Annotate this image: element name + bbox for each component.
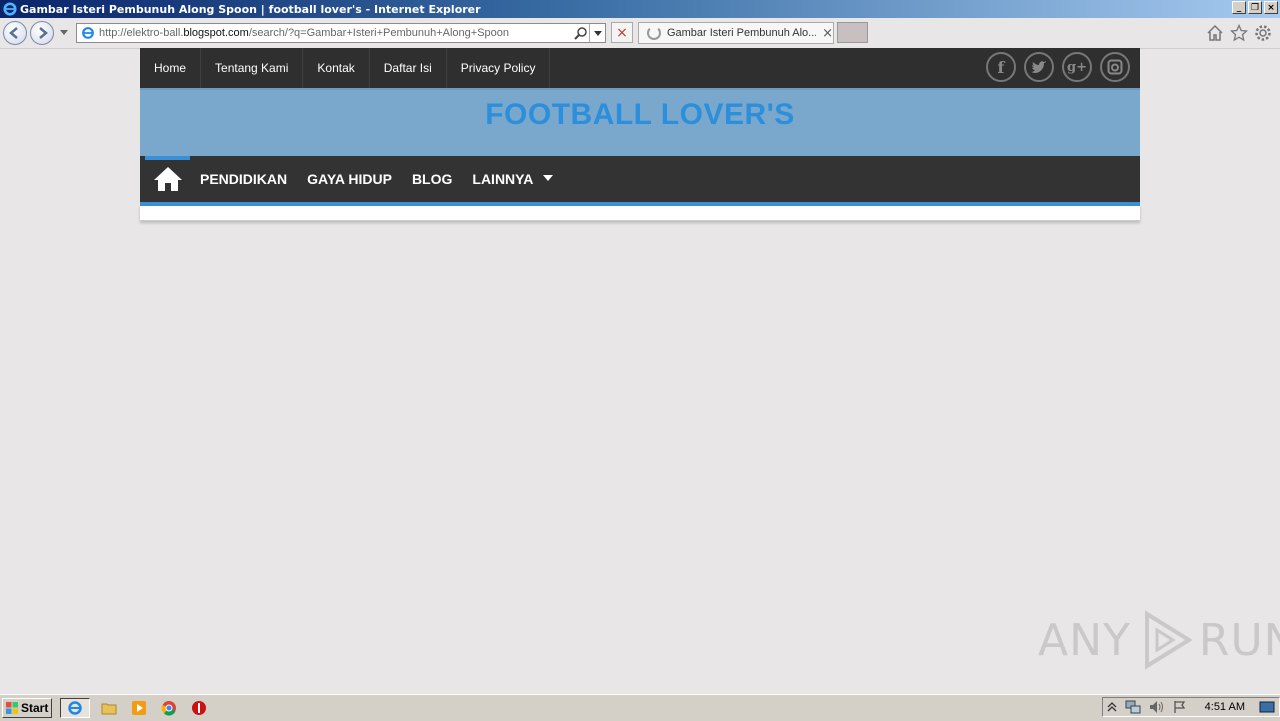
instagram-icon[interactable]: [1100, 52, 1130, 82]
clock[interactable]: 4:51 AM: [1205, 701, 1245, 713]
top-menu: Home Tentang Kami Kontak Daftar Isi Priv…: [140, 48, 1140, 88]
stop-button[interactable]: ×: [611, 22, 633, 43]
back-arrow-icon: [9, 27, 18, 39]
lainnya-label: LAINNYA: [472, 171, 534, 187]
google-plus-icon[interactable]: g+: [1062, 52, 1092, 82]
settings-gear-icon[interactable]: [1254, 24, 1272, 42]
site-title[interactable]: FOOTBALL LOVER'S: [140, 98, 1140, 132]
tray-expand-icon[interactable]: [1107, 701, 1117, 713]
taskbar-ie-button[interactable]: [60, 698, 90, 718]
window-title-bar[interactable]: Gambar Isteri Pembunuh Along Spoon | foo…: [0, 0, 1280, 18]
taskbar: Start 4:51 AM: [0, 694, 1280, 721]
taskbar-media-player-button[interactable]: [128, 698, 150, 718]
top-menu-home[interactable]: Home: [140, 48, 202, 88]
folder-icon: [101, 703, 117, 715]
social-links: f g+: [986, 52, 1130, 82]
main-menu: PENDIDIKAN GAYA HIDUP BLOG LAINNYA: [140, 156, 1140, 206]
internet-explorer-icon: [68, 701, 82, 715]
tab-title: Gambar Isteri Pembunuh Alo...: [666, 27, 817, 39]
home-icon[interactable]: [1206, 24, 1224, 42]
page-ie-icon: [82, 27, 94, 39]
chevron-down-icon: [593, 30, 602, 36]
window-title: Gambar Isteri Pembunuh Along Spoon | foo…: [20, 2, 481, 16]
back-button[interactable]: [3, 21, 27, 45]
new-tab-button[interactable]: [837, 22, 868, 43]
start-label: Start: [21, 701, 49, 715]
tab-active[interactable]: Gambar Isteri Pembunuh Alo... ×: [638, 22, 834, 44]
stop-sign-icon: [192, 701, 206, 715]
main-menu-blog[interactable]: BLOG: [402, 171, 462, 187]
windows-flag-icon: [6, 702, 18, 714]
anyrun-watermark: ANY RUN: [1038, 610, 1280, 670]
home-icon: [153, 167, 182, 191]
action-center-flag-icon[interactable]: [1173, 700, 1187, 714]
watermark-left-text: ANY: [1038, 614, 1131, 666]
play-triangle-icon: [1144, 610, 1193, 670]
window-controls: _ ❐ ×: [1232, 1, 1278, 14]
caret-down-icon: [543, 175, 554, 182]
browser-right-tools: [1206, 24, 1272, 42]
taskbar-explorer-button[interactable]: [98, 698, 120, 718]
forward-arrow-icon: [39, 27, 48, 39]
browser-toolbar: http://elektro-ball.blogspot.com/search/…: [0, 18, 1280, 49]
forward-button[interactable]: [30, 21, 54, 45]
address-dropdown-button[interactable]: [589, 24, 605, 42]
url-domain: blogspot.com: [183, 27, 249, 39]
media-player-icon: [132, 701, 146, 715]
main-menu-lainnya[interactable]: LAINNYA: [462, 171, 563, 187]
tab-close-icon[interactable]: ×: [822, 26, 833, 41]
address-url[interactable]: http://elektro-ball.blogspot.com/search/…: [99, 27, 509, 39]
site-header: FOOTBALL LOVER'S: [140, 88, 1140, 156]
top-menu-daftar-isi[interactable]: Daftar Isi: [370, 48, 447, 88]
address-bar[interactable]: http://elektro-ball.blogspot.com/search/…: [76, 23, 606, 43]
minimize-button[interactable]: _: [1232, 1, 1246, 14]
content-strip: [140, 206, 1140, 221]
top-menu-tentang-kami[interactable]: Tentang Kami: [201, 48, 304, 88]
loading-spinner-icon: [647, 26, 661, 40]
taskbar-opera-button[interactable]: [188, 698, 210, 718]
camera-icon: [1107, 59, 1123, 75]
main-menu-home[interactable]: [145, 156, 190, 202]
web-page: Home Tentang Kami Kontak Daftar Isi Priv…: [140, 48, 1140, 221]
start-button[interactable]: Start: [2, 698, 52, 718]
facebook-icon[interactable]: f: [986, 52, 1016, 82]
watermark-right-text: RUN: [1198, 614, 1280, 666]
search-icon[interactable]: [574, 26, 588, 40]
top-menu-kontak[interactable]: Kontak: [303, 48, 370, 88]
main-menu-gaya-hidup[interactable]: GAYA HIDUP: [297, 171, 402, 187]
main-menu-pendidikan[interactable]: PENDIDIKAN: [190, 171, 297, 187]
close-button[interactable]: ×: [1264, 1, 1278, 14]
favorites-star-icon[interactable]: [1230, 24, 1248, 42]
system-tray: 4:51 AM: [1101, 697, 1280, 717]
chrome-icon: [161, 701, 176, 716]
taskbar-chrome-button[interactable]: [158, 698, 180, 718]
history-dropdown-icon[interactable]: [60, 30, 68, 35]
network-icon[interactable]: [1125, 700, 1141, 714]
url-prefix: http://elektro-ball.: [99, 27, 184, 39]
internet-explorer-icon: [3, 2, 17, 16]
volume-icon[interactable]: [1149, 700, 1165, 714]
top-menu-privacy-policy[interactable]: Privacy Policy: [447, 48, 551, 88]
url-suffix: /search/?q=Gambar+Isteri+Pembunuh+Along+…: [248, 27, 510, 39]
restore-button[interactable]: ❐: [1248, 1, 1262, 14]
show-desktop-icon[interactable]: [1259, 700, 1275, 714]
twitter-bird-icon: [1031, 61, 1046, 73]
twitter-icon[interactable]: [1024, 52, 1054, 82]
